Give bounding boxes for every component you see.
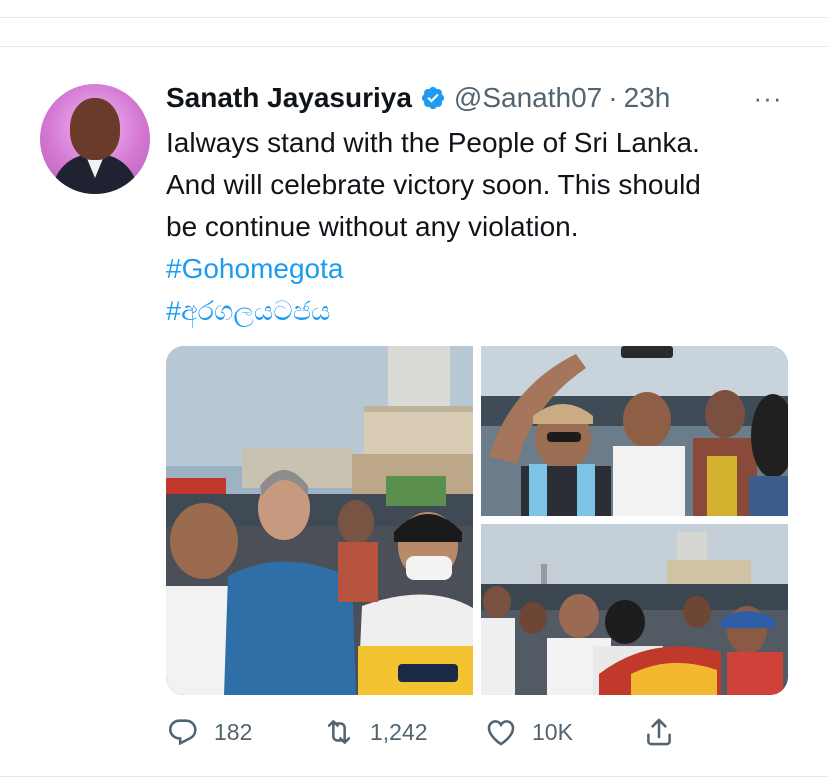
retweet-icon	[327, 720, 351, 744]
top-divider	[0, 0, 828, 18]
share-button[interactable]	[642, 712, 690, 752]
like-button[interactable]: 10K	[484, 712, 573, 752]
tweet-timestamp[interactable]: 23h	[624, 82, 671, 114]
tweet-actions: 182 1,242 10K	[166, 712, 696, 752]
avatar[interactable]	[40, 84, 150, 194]
tweet-photo[interactable]	[166, 346, 473, 695]
tweet-text: Ialways stand with the People of Sri Lan…	[166, 122, 806, 332]
tweet-header: Sanath Jayasuriya @Sanath07 · 23h	[166, 80, 670, 116]
retweet-button[interactable]: 1,242	[322, 712, 428, 752]
bottom-divider	[0, 776, 828, 777]
reply-count: 182	[214, 718, 253, 745]
author-name[interactable]: Sanath Jayasuriya	[166, 82, 412, 114]
tweet-text-line: be continue without any violation.	[166, 211, 579, 242]
tweet-text-line: Ialways stand with the People of Sri Lan…	[166, 127, 700, 158]
like-count: 10K	[532, 718, 573, 745]
dot-separator: ·	[608, 82, 618, 113]
hashtag-link[interactable]: #Gohomegota	[166, 248, 806, 290]
author-handle[interactable]: @Sanath07	[454, 82, 602, 114]
more-icon[interactable]: ···	[748, 84, 788, 112]
reply-icon	[168, 719, 197, 746]
like-icon	[487, 720, 515, 746]
section-divider	[0, 46, 828, 47]
tweet-text-line: And will celebrate victory soon. This sh…	[166, 169, 701, 200]
media-grid	[166, 346, 788, 695]
tweet-photo[interactable]	[481, 346, 788, 516]
share-icon	[647, 718, 671, 746]
hashtag-link[interactable]: #අරගලයටජය	[166, 290, 806, 332]
tweet-page: Sanath Jayasuriya @Sanath07 · 23h ··· Ia…	[0, 0, 828, 782]
tweet-photo[interactable]	[481, 524, 788, 695]
reply-button[interactable]: 182	[166, 712, 252, 752]
verified-badge-icon	[421, 86, 445, 110]
retweet-count: 1,242	[370, 718, 428, 745]
